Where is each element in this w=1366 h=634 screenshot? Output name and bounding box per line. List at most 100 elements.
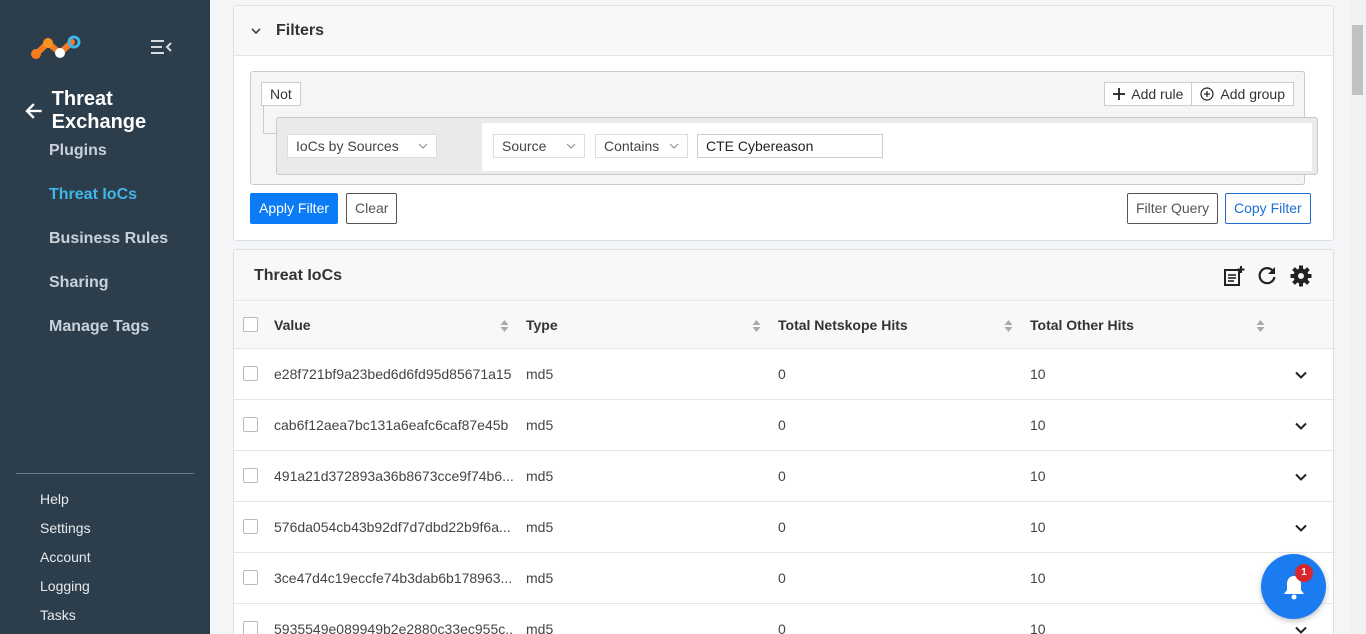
filter-value-input[interactable]: CTE Cybereason bbox=[697, 134, 883, 158]
ioc-value: e28f721bf9a23bed6d6fd95d85671a15 bbox=[274, 366, 512, 382]
operator-select[interactable]: Contains bbox=[595, 134, 688, 158]
expand-row-chevron-icon[interactable] bbox=[1294, 419, 1308, 433]
copy-filter-button[interactable]: Copy Filter bbox=[1225, 193, 1311, 224]
ioc-netskope-hits: 0 bbox=[778, 519, 786, 535]
sidebar-item-account[interactable]: Account bbox=[40, 549, 91, 578]
add-group-button[interactable]: Add group bbox=[1192, 82, 1294, 106]
threat-iocs-title: Threat IoCs bbox=[254, 267, 343, 284]
sidebar-item-sharing[interactable]: Sharing bbox=[49, 272, 168, 316]
ioc-other-hits: 10 bbox=[1030, 621, 1046, 634]
arrow-left-icon[interactable] bbox=[24, 101, 44, 121]
expand-row-chevron-icon[interactable] bbox=[1294, 521, 1308, 535]
ioc-value: cab6f12aea7bc131a6eafc6caf87e45b bbox=[274, 417, 509, 433]
column-total-netskope-hits[interactable]: Total Netskope Hits bbox=[778, 302, 908, 349]
select-all-checkbox[interactable] bbox=[243, 317, 258, 332]
sort-icon[interactable] bbox=[500, 319, 509, 333]
filters-header[interactable]: Filters bbox=[234, 6, 1333, 56]
ioc-other-hits: 10 bbox=[1030, 570, 1046, 586]
ioc-other-hits: 10 bbox=[1030, 519, 1046, 535]
ioc-value: 576da054cb43b92df7d7dbd22b9f6a... bbox=[274, 519, 511, 535]
ioc-netskope-hits: 0 bbox=[778, 621, 786, 634]
sidebar-item-plugins[interactable]: Plugins bbox=[49, 140, 168, 184]
sidebar-item-business-rules[interactable]: Business Rules bbox=[49, 228, 168, 272]
ioc-value: 5935549e089949b2e2880c33ec955c... bbox=[274, 621, 514, 634]
filters-panel: Filters Not Add rule Add group IoCs by S… bbox=[233, 5, 1334, 241]
filter-query-button[interactable]: Filter Query bbox=[1127, 193, 1219, 224]
refresh-icon[interactable] bbox=[1256, 265, 1278, 287]
back-to-threat-exchange[interactable]: Threat Exchange bbox=[24, 88, 210, 134]
subfield-select[interactable]: Source bbox=[493, 134, 585, 158]
ioc-netskope-hits: 0 bbox=[778, 417, 786, 433]
add-group-label: Add group bbox=[1220, 86, 1285, 102]
table-row[interactable]: 576da054cb43b92df7d7dbd22b9f6a... md5 0 10 bbox=[234, 502, 1333, 553]
plus-icon bbox=[1113, 88, 1126, 100]
row-checkbox[interactable] bbox=[243, 417, 258, 432]
sidebar-nav: Plugins Threat IoCs Business Rules Shari… bbox=[49, 140, 168, 360]
subfield-select-value: Source bbox=[502, 138, 547, 154]
add-rule-button[interactable]: Add rule bbox=[1104, 82, 1193, 106]
collapse-menu-icon[interactable] bbox=[150, 38, 172, 56]
ioc-type: md5 bbox=[526, 366, 554, 382]
row-checkbox[interactable] bbox=[243, 519, 258, 534]
column-total-other-hits[interactable]: Total Other Hits bbox=[1030, 302, 1134, 349]
sidebar-item-settings[interactable]: Settings bbox=[40, 520, 91, 549]
ioc-type: md5 bbox=[526, 570, 554, 586]
chevron-down-icon bbox=[669, 143, 679, 149]
table-row[interactable]: 3ce47d4c19eccfe74b3dab6b178963... md5 0 10 bbox=[234, 553, 1333, 604]
sidebar-item-logging[interactable]: Logging bbox=[40, 578, 91, 607]
sidebar-divider bbox=[16, 473, 194, 474]
sidebar-item-manage-tags[interactable]: Manage Tags bbox=[49, 316, 168, 360]
clear-button[interactable]: Clear bbox=[346, 193, 398, 224]
threat-iocs-panel: Threat IoCs Value Type Total Netskope Hi… bbox=[233, 249, 1334, 634]
column-type[interactable]: Type bbox=[526, 302, 558, 349]
ioc-type: md5 bbox=[526, 621, 554, 634]
row-checkbox[interactable] bbox=[243, 621, 258, 634]
expand-row-chevron-icon[interactable] bbox=[1294, 368, 1308, 382]
export-icon[interactable] bbox=[1223, 265, 1245, 287]
ioc-netskope-hits: 0 bbox=[778, 570, 786, 586]
chevron-down-icon[interactable] bbox=[250, 25, 262, 37]
sort-icon[interactable] bbox=[1256, 319, 1265, 333]
ioc-type: md5 bbox=[526, 468, 554, 484]
sidebar-item-help[interactable]: Help bbox=[40, 491, 91, 520]
ioc-type: md5 bbox=[526, 417, 554, 433]
notifications-button[interactable] bbox=[1261, 554, 1326, 619]
scrollbar-thumb[interactable] bbox=[1352, 25, 1363, 95]
netskope-logo[interactable] bbox=[30, 33, 82, 61]
ioc-other-hits: 10 bbox=[1030, 417, 1046, 433]
table-row[interactable]: 491a21d372893a36b8673cce9f74b6... md5 0 10 bbox=[234, 451, 1333, 502]
sort-icon[interactable] bbox=[752, 319, 761, 333]
sidebar-item-tasks[interactable]: Tasks bbox=[40, 607, 91, 634]
row-checkbox[interactable] bbox=[243, 468, 258, 483]
row-checkbox[interactable] bbox=[243, 366, 258, 381]
ioc-other-hits: 10 bbox=[1030, 468, 1046, 484]
sidebar-item-threat-iocs[interactable]: Threat IoCs bbox=[49, 184, 168, 228]
filter-rule: IoCs by Sources Source Contains CTE Cybe… bbox=[276, 117, 1318, 175]
expand-row-chevron-icon[interactable] bbox=[1294, 470, 1308, 484]
table-row[interactable]: cab6f12aea7bc131a6eafc6caf87e45b md5 0 10 bbox=[234, 400, 1333, 451]
ioc-netskope-hits: 0 bbox=[778, 468, 786, 484]
column-value[interactable]: Value bbox=[274, 302, 311, 349]
field-select[interactable]: IoCs by Sources bbox=[287, 134, 437, 158]
rule-connector bbox=[263, 106, 277, 134]
apply-filter-button[interactable]: Apply Filter bbox=[250, 193, 339, 224]
table-row[interactable]: e28f721bf9a23bed6d6fd95d85671a15 md5 0 10 bbox=[234, 349, 1333, 400]
section-title: Threat Exchange bbox=[51, 88, 147, 133]
plus-circle-icon bbox=[1200, 87, 1214, 101]
threat-iocs-header: Threat IoCs bbox=[234, 250, 1333, 301]
not-toggle[interactable]: Not bbox=[261, 82, 301, 106]
table-row[interactable]: 5935549e089949b2e2880c33ec955c... md5 0 10 bbox=[234, 604, 1333, 634]
page-scrollbar[interactable] bbox=[1349, 0, 1366, 634]
ioc-netskope-hits: 0 bbox=[778, 366, 786, 382]
expand-row-chevron-icon[interactable] bbox=[1294, 623, 1308, 634]
gear-icon[interactable] bbox=[1290, 265, 1312, 287]
ioc-other-hits: 10 bbox=[1030, 366, 1046, 382]
row-checkbox[interactable] bbox=[243, 570, 258, 585]
notification-count-badge: 1 bbox=[1295, 564, 1313, 582]
ioc-value: 3ce47d4c19eccfe74b3dab6b178963... bbox=[274, 570, 513, 586]
add-buttons: Add rule Add group bbox=[1104, 82, 1294, 106]
sort-icon[interactable] bbox=[1004, 319, 1013, 333]
chevron-down-icon bbox=[418, 143, 428, 149]
add-rule-label: Add rule bbox=[1131, 86, 1184, 102]
filters-title: Filters bbox=[276, 21, 325, 39]
